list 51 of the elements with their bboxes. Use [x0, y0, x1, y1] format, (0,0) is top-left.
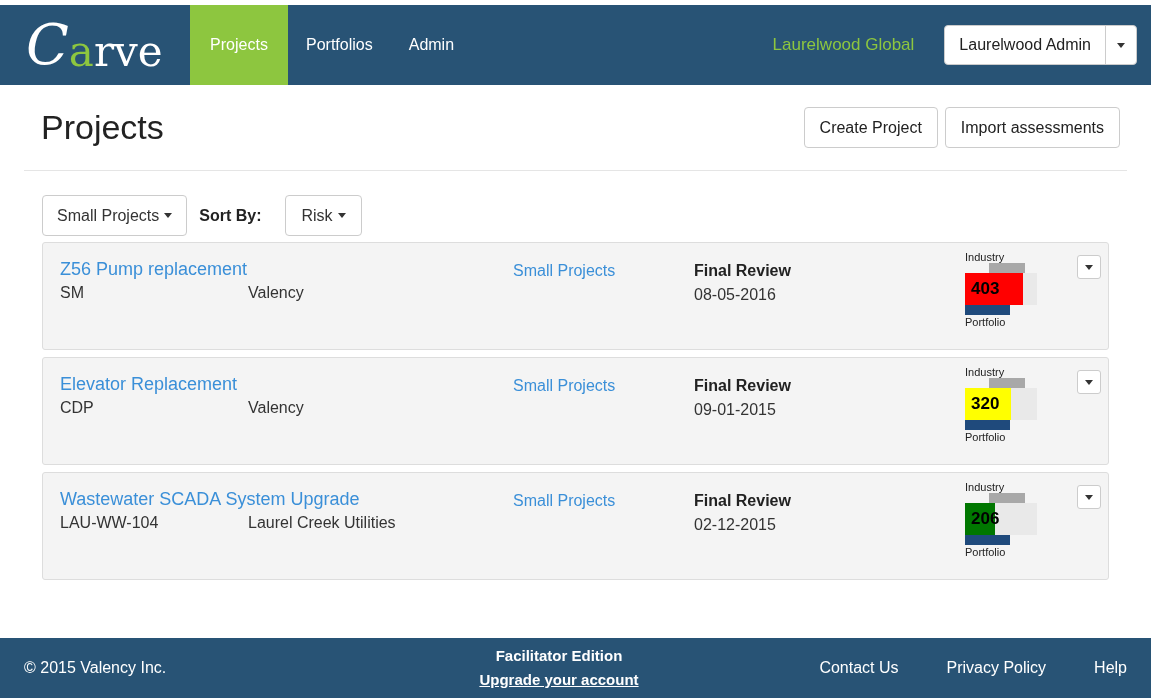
nav-tab[interactable]: Portfolios [288, 5, 391, 85]
sort-label: Sort By: [199, 205, 262, 226]
industry-label: Industry [965, 251, 1006, 263]
industry-label: Industry [965, 481, 1006, 493]
project-owner: Laurel Creek Utilities [248, 513, 396, 533]
action-button[interactable]: Create Project [803, 107, 938, 148]
group-dropdown[interactable]: Small Projects [42, 195, 188, 236]
portfolio-bar [965, 535, 1010, 545]
risk-score: 403 [970, 278, 1001, 299]
row-menu-button[interactable] [1077, 485, 1101, 509]
footer-link[interactable]: Privacy Policy [946, 656, 1047, 680]
stage-date: 09-01-2015 [694, 400, 777, 420]
logo: Carve [25, 11, 164, 79]
stage-date: 08-05-2016 [694, 285, 777, 305]
row-menu-button[interactable] [1077, 370, 1101, 394]
portfolio-label: Portfolio [965, 430, 1007, 444]
project-code: LAU-WW-104 [60, 513, 160, 533]
upgrade-link[interactable]: Upgrade your account [479, 671, 639, 688]
sort-dropdown[interactable]: Risk [285, 195, 362, 236]
portfolio-bar [965, 420, 1010, 430]
industry-bar [989, 493, 1025, 503]
footer-link[interactable]: Help [1094, 656, 1127, 680]
footer-link[interactable]: Contact Us [819, 656, 899, 680]
project-code: SM [60, 283, 85, 303]
project-code: CDP [60, 398, 95, 418]
edition-text: Facilitator Edition Upgrade your account [478, 646, 640, 690]
portfolio-bar [965, 305, 1010, 315]
stage-label: Final Review [694, 491, 792, 511]
caret-icon [1085, 264, 1093, 270]
project-owner: Valency [248, 398, 304, 418]
portfolio-label: Portfolio [965, 545, 1007, 559]
caret-icon [1085, 379, 1093, 385]
industry-label: Industry [965, 366, 1006, 378]
project-owner: Valency [248, 283, 304, 303]
stage-label: Final Review [694, 261, 792, 281]
nav-tab[interactable]: Admin [390, 5, 473, 85]
industry-bar [989, 263, 1025, 273]
copyright: © 2015 Valency Inc. [24, 658, 168, 678]
page-title: Projects [41, 107, 164, 148]
portfolio-label: Portfolio [965, 315, 1007, 329]
industry-bar [989, 378, 1025, 388]
risk-score: 320 [970, 393, 1001, 414]
stage-date: 02-12-2015 [694, 515, 777, 535]
caret-icon [1117, 42, 1125, 48]
caret-icon [337, 213, 346, 218]
row-menu-button[interactable] [1077, 255, 1101, 279]
organization-name: Laurelwood Global [772, 34, 915, 57]
action-button[interactable]: Import assessments [944, 107, 1120, 148]
caret-icon [1085, 494, 1093, 500]
stage-label: Final Review [694, 376, 792, 396]
caret-icon [164, 213, 173, 218]
